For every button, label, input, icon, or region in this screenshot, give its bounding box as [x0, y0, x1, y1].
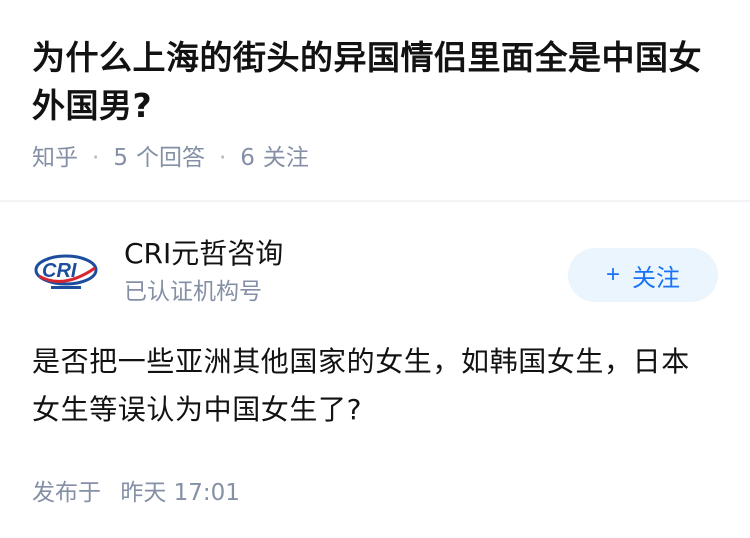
meta-separator: · [218, 145, 227, 171]
follows-label[interactable]: 关注 [263, 142, 309, 174]
cri-logo-icon: CRI [34, 254, 98, 289]
meta-separator: · [92, 145, 100, 171]
source-label[interactable]: 知乎 [32, 142, 78, 174]
follows-count[interactable]: 6 [240, 142, 255, 174]
answer-content[interactable]: 是否把一些亚洲其他国家的女生，如韩国女生，日本女生等误认为中国女生了? [32, 338, 718, 434]
publish-info: 发布于 昨天 17:01 [32, 478, 718, 508]
publish-label: 发布于 [32, 480, 101, 506]
avatar-logo-text: CRI [42, 260, 77, 282]
question-header: 为什么上海的街头的异国情侣里面全是中国女外国男? 知乎 · 5 个回答 · 6 … [0, 0, 750, 174]
author-info: CRI元哲咨询 已认证机构号 [124, 236, 568, 308]
publish-time: 昨天 17:01 [120, 480, 240, 506]
answer-card: CRI CRI元哲咨询 已认证机构号 + 关注 是否把一些亚洲其他国家的女生，如… [32, 232, 718, 508]
section-divider [0, 200, 750, 202]
author-row: CRI CRI元哲咨询 已认证机构号 + 关注 [32, 232, 718, 312]
follow-button[interactable]: + 关注 [568, 248, 718, 302]
question-meta: 知乎 · 5 个回答 · 6 关注 [32, 142, 718, 174]
question-title[interactable]: 为什么上海的街头的异国情侣里面全是中国女外国男? [32, 34, 718, 130]
follow-button-label: 关注 [632, 264, 680, 292]
answers-label[interactable]: 个回答 [136, 142, 205, 174]
avatar[interactable]: CRI [32, 236, 104, 308]
plus-icon: + [605, 261, 620, 288]
author-name[interactable]: CRI元哲咨询 [124, 236, 568, 272]
author-badge: 已认证机构号 [124, 279, 262, 305]
answers-count[interactable]: 5 [113, 142, 128, 174]
